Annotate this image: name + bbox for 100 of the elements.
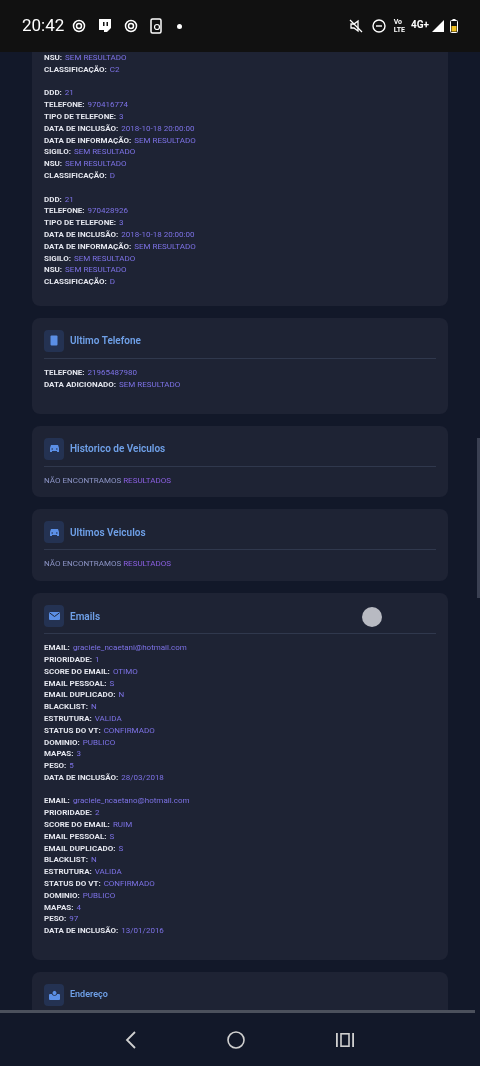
field-label: TIPO DE TELEFONE: bbox=[44, 217, 117, 229]
field-value: 3 bbox=[119, 111, 124, 123]
field-label: DATA ADICIONADO: bbox=[44, 378, 116, 391]
field-label: NSU: bbox=[44, 264, 63, 277]
field-label: MAPAS: bbox=[44, 901, 74, 914]
field-label: NSU: bbox=[44, 52, 63, 64]
field-label: EMAIL: bbox=[44, 795, 70, 808]
field-label: STATUS DO VT: bbox=[44, 878, 101, 890]
field-label: PRIORIDADE: bbox=[44, 653, 93, 666]
field-label: TIPO DE TELEFONE: bbox=[44, 111, 117, 123]
field-value: 21965487980 bbox=[87, 366, 138, 379]
field-value: S bbox=[109, 830, 115, 843]
field-value: SEM RESULTADO bbox=[134, 240, 196, 253]
field-value: 5 bbox=[69, 760, 74, 772]
phone-icon bbox=[50, 335, 58, 347]
field-label: EMAIL PESSOAL: bbox=[44, 830, 107, 843]
map-pin-icon bbox=[48, 990, 60, 1001]
field-label: CLASSIFICAÇÃO: bbox=[44, 276, 107, 288]
field-value: N bbox=[90, 854, 97, 867]
field-value: 21 bbox=[64, 87, 74, 100]
field-label: SIGILO: bbox=[44, 146, 71, 159]
field-value: D bbox=[109, 169, 116, 182]
field-label: BLACKLIST: bbox=[44, 854, 88, 867]
field-label: ESTRUTURA: bbox=[44, 712, 92, 725]
mute-icon bbox=[348, 19, 363, 33]
field-value: N bbox=[118, 689, 125, 702]
field-label: DOMINIO: bbox=[44, 736, 80, 749]
dot-icon bbox=[177, 23, 183, 29]
field-value: 2018-10-18 20:00:00 bbox=[121, 228, 195, 241]
field-value: 2018-10-18 20:00:00 bbox=[121, 122, 195, 135]
field-label: CLASSIFICAÇÃO: bbox=[44, 63, 107, 76]
field-label: BLACKLIST: bbox=[44, 701, 88, 713]
camera-icon bbox=[72, 19, 87, 33]
field-value: VALIDA bbox=[94, 712, 122, 725]
field-label: TELEFONE: bbox=[44, 205, 85, 218]
field-value: 3 bbox=[119, 217, 124, 229]
field-label: EMAIL DUPLICADO: bbox=[44, 689, 116, 702]
card-title: Emails bbox=[70, 609, 101, 624]
back-icon[interactable] bbox=[125, 1030, 137, 1049]
field-label: TELEFONE: bbox=[44, 366, 85, 379]
field-value: PUBLICO bbox=[82, 889, 116, 902]
battery-icon bbox=[450, 19, 458, 33]
phone-sync-icon bbox=[150, 18, 163, 34]
field-value: N bbox=[90, 701, 97, 713]
field-label: TELEFONE: bbox=[44, 99, 85, 111]
mail-icon bbox=[48, 612, 60, 621]
recent-apps-icon[interactable] bbox=[335, 1031, 355, 1048]
field-label: PRIORIDADE: bbox=[44, 807, 93, 820]
field-value: CONFIRMADO bbox=[103, 724, 155, 737]
field-label: EMAIL PESSOAL: bbox=[44, 677, 107, 690]
field-label: STATUS DO VT: bbox=[44, 724, 101, 737]
car-icon bbox=[48, 527, 60, 537]
do-not-disturb-icon bbox=[371, 19, 386, 33]
field-label: NSU: bbox=[44, 158, 63, 170]
field-value: S bbox=[109, 677, 115, 690]
clock: 20:42 bbox=[22, 14, 65, 38]
field-value: S bbox=[118, 842, 124, 855]
field-label: PESO: bbox=[44, 760, 67, 772]
field-value: 970428926 bbox=[87, 205, 129, 218]
card-title: Ultimos Veiculos bbox=[70, 525, 146, 540]
field-label: DOMINIO: bbox=[44, 889, 80, 902]
field-label: EMAIL DUPLICADO: bbox=[44, 842, 116, 855]
field-value: C2 bbox=[109, 63, 120, 76]
home-icon[interactable] bbox=[227, 1030, 245, 1049]
field-value: 1 bbox=[95, 653, 100, 666]
chat-bubble-icon bbox=[98, 18, 113, 34]
field-value: RUIM bbox=[112, 819, 133, 831]
field-label: DDD: bbox=[44, 193, 62, 206]
field-label: CLASSIFICAÇÃO: bbox=[44, 169, 107, 182]
field-value: VALIDA bbox=[94, 866, 122, 879]
field-value: CONFIRMADO bbox=[103, 878, 155, 890]
field-value: 970416774 bbox=[87, 99, 129, 111]
camera-icon bbox=[124, 19, 139, 33]
field-value: 97 bbox=[69, 913, 79, 926]
field-label: PESO: bbox=[44, 913, 67, 926]
field-value: 2 bbox=[95, 807, 100, 820]
empty-message: NÃO ENCONTRAMOS RESULTADOS bbox=[44, 558, 172, 571]
field-label: ESTRUTURA: bbox=[44, 866, 92, 879]
field-value: 3 bbox=[76, 748, 81, 761]
field-value: SEM RESULTADO bbox=[134, 134, 196, 147]
field-value: OTIMO bbox=[112, 665, 138, 678]
field-value: SEM RESULTADO bbox=[119, 378, 181, 391]
network-type: 4G+ bbox=[411, 18, 429, 32]
field-label: SCORE DO EMAIL: bbox=[44, 819, 110, 831]
field-label: DATA DE INCLUSÃO: bbox=[44, 925, 119, 938]
card-title: Historico de Veiculos bbox=[70, 442, 166, 457]
card-title: Ultimo Telefone bbox=[70, 334, 141, 349]
field-label: DATA DE INCLUSÃO: bbox=[44, 228, 119, 241]
field-value: graciele_ncaetano@hotmail.com bbox=[72, 795, 190, 808]
field-label: SCORE DO EMAIL: bbox=[44, 665, 110, 678]
field-value: graciele_ncaetani@hotmail.com bbox=[72, 642, 187, 654]
empty-message: NÃO ENCONTRAMOS RESULTADOS bbox=[44, 474, 172, 487]
field-value: SEM RESULTADO bbox=[65, 52, 127, 64]
field-value: SEM RESULTADO bbox=[65, 264, 127, 277]
field-label: DATA DE INCLUSÃO: bbox=[44, 771, 119, 784]
field-label: DATA DE INFORMAÇÃO: bbox=[44, 134, 132, 147]
field-value: SEM RESULTADO bbox=[73, 252, 136, 265]
field-label: DATA DE INCLUSÃO: bbox=[44, 122, 119, 135]
card-title: Endereço bbox=[70, 988, 108, 1002]
field-label: MAPAS: bbox=[44, 748, 74, 761]
